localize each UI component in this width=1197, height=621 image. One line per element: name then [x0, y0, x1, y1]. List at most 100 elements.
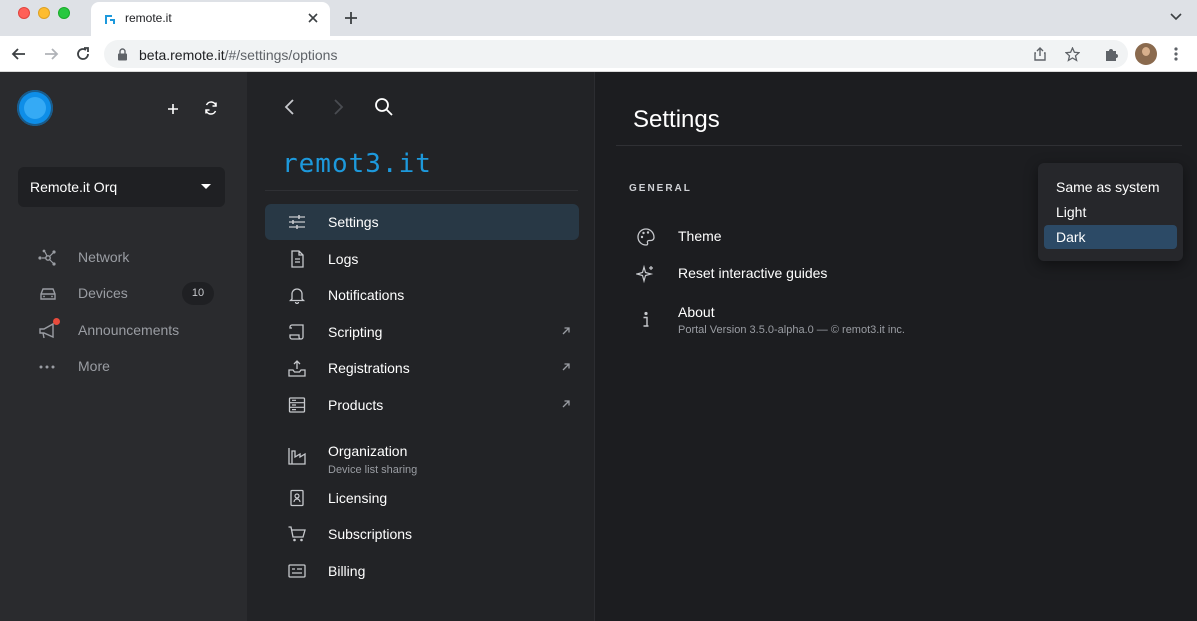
add-icon[interactable]	[165, 101, 181, 117]
caret-down-icon	[201, 184, 211, 189]
settings-row-theme[interactable]: Theme	[636, 227, 936, 251]
id-badge-icon	[288, 489, 306, 507]
document-icon	[288, 250, 306, 268]
devices-count-badge: 10	[182, 282, 214, 305]
sparkles-icon	[636, 264, 656, 284]
profile-avatar[interactable]	[1135, 43, 1157, 65]
menu-item-licensing[interactable]: Licensing	[265, 480, 579, 516]
option-label: Dark	[1056, 229, 1086, 245]
window-close-button[interactable]	[18, 7, 30, 19]
menu-item-label: Licensing	[328, 490, 388, 506]
menu-item-label: Notifications	[328, 287, 405, 303]
external-link-icon	[561, 326, 571, 336]
close-tab-icon[interactable]	[307, 12, 319, 24]
menu-item-label: Organization	[328, 443, 408, 459]
setting-label: Reset interactive guides	[678, 265, 828, 281]
tab-title: remote.it	[125, 11, 172, 25]
extensions-puzzle-icon[interactable]	[1104, 46, 1120, 62]
menu-item-scripting[interactable]: Scripting	[265, 314, 579, 350]
menu-item-label: Registrations	[328, 360, 410, 376]
forward-chevron-icon[interactable]	[331, 98, 345, 116]
theme-options-menu: Same as system Light Dark	[1038, 163, 1183, 261]
forward-arrow-icon[interactable]	[42, 45, 60, 63]
industry-icon	[288, 447, 306, 465]
option-label: Same as system	[1056, 179, 1160, 195]
menu-item-subtitle: Device list sharing	[328, 464, 418, 476]
window-minimize-button[interactable]	[38, 7, 50, 19]
sidebar-item-label: More	[78, 358, 110, 374]
organization-select[interactable]: Remote.it Orq	[18, 167, 225, 207]
share-icon[interactable]	[1033, 47, 1047, 61]
sidebar-item-announcements[interactable]: Announcements	[18, 316, 225, 346]
billing-icon	[288, 562, 306, 580]
divider	[616, 145, 1182, 146]
menu-item-settings[interactable]: Settings	[265, 204, 579, 240]
menu-item-label: Products	[328, 397, 384, 413]
menu-item-label: Scripting	[328, 324, 383, 340]
menu-item-label: Settings	[328, 214, 379, 230]
menu-item-organization[interactable]: Organization Device list sharing	[265, 433, 579, 479]
settings-menu-panel: remot3.it Settings Logs Notifications Sc…	[247, 72, 595, 621]
menu-item-logs[interactable]: Logs	[265, 241, 579, 277]
back-chevron-icon[interactable]	[283, 98, 297, 116]
app-window: Remote.it Orq Network Devices 10 Announc…	[0, 72, 1197, 621]
theme-option-light[interactable]: Light	[1044, 200, 1177, 224]
menu-item-label: Billing	[328, 563, 366, 579]
info-icon	[636, 310, 656, 330]
palette-icon	[636, 227, 656, 247]
tab-search-chevron-icon[interactable]	[1170, 12, 1182, 22]
section-heading: GENERAL	[629, 183, 692, 194]
remoteit-favicon-icon	[103, 12, 117, 26]
sidebar-item-label: Devices	[78, 285, 128, 301]
theme-option-system[interactable]: Same as system	[1044, 175, 1177, 199]
new-tab-icon[interactable]	[343, 10, 359, 26]
network-icon	[37, 248, 59, 268]
menu-item-label: Subscriptions	[328, 526, 413, 542]
menu-item-label: Logs	[328, 251, 359, 267]
browser-tab-bar: remote.it	[0, 0, 1197, 36]
sidebar-item-label: Network	[78, 249, 130, 265]
menu-item-billing[interactable]: Billing	[265, 553, 579, 589]
reload-icon[interactable]	[74, 45, 92, 63]
browser-menu-icon[interactable]	[1174, 46, 1178, 62]
menu-item-subscriptions[interactable]: Subscriptions	[265, 516, 579, 552]
theme-option-dark[interactable]: Dark	[1044, 225, 1177, 249]
menu-item-notifications[interactable]: Notifications	[265, 277, 579, 313]
sidebar-item-more[interactable]: More	[18, 352, 225, 382]
left-sidebar: Remote.it Orq Network Devices 10 Announc…	[0, 72, 247, 621]
brand-logo: remot3.it	[282, 149, 432, 179]
address-bar[interactable]: beta.remote.it/#/settings/options	[104, 40, 1128, 68]
menu-item-registrations[interactable]: Registrations	[265, 350, 579, 386]
lock-icon[interactable]	[117, 48, 128, 61]
bookmark-star-icon[interactable]	[1065, 47, 1080, 62]
page-title: Settings	[633, 106, 720, 133]
unread-indicator	[53, 318, 60, 325]
server-icon	[288, 396, 306, 414]
organization-name: Remote.it Orq	[30, 179, 118, 195]
sidebar-item-label: Announcements	[78, 322, 180, 338]
scroll-icon	[288, 323, 306, 341]
back-arrow-icon[interactable]	[10, 45, 28, 63]
main-content: Settings GENERAL Theme Reset interactive…	[596, 72, 1197, 621]
upload-tray-icon	[288, 359, 306, 377]
sidebar-item-network[interactable]: Network	[18, 243, 225, 273]
remoteit-logo[interactable]	[17, 90, 53, 126]
setting-label: Theme	[678, 228, 722, 244]
option-label: Light	[1056, 204, 1087, 220]
search-icon[interactable]	[374, 97, 394, 117]
divider	[265, 190, 578, 191]
refresh-icon[interactable]	[203, 100, 219, 116]
external-link-icon	[561, 399, 571, 409]
cart-icon	[288, 525, 306, 543]
window-zoom-button[interactable]	[58, 7, 70, 19]
settings-row-about[interactable]: About Portal Version 3.5.0-alpha.0 — © r…	[636, 303, 956, 339]
version-text: Portal Version 3.5.0-alpha.0 — © remot3.…	[678, 324, 905, 336]
sidebar-item-devices[interactable]: Devices 10	[18, 279, 225, 309]
browser-toolbar: beta.remote.it/#/settings/options	[0, 36, 1197, 72]
sliders-icon	[288, 213, 306, 231]
settings-row-reset-guides[interactable]: Reset interactive guides	[636, 264, 936, 288]
menu-item-products[interactable]: Products	[265, 387, 579, 423]
url-text: beta.remote.it/#/settings/options	[139, 47, 338, 63]
browser-tab[interactable]: remote.it	[91, 2, 330, 36]
external-link-icon	[561, 362, 571, 372]
